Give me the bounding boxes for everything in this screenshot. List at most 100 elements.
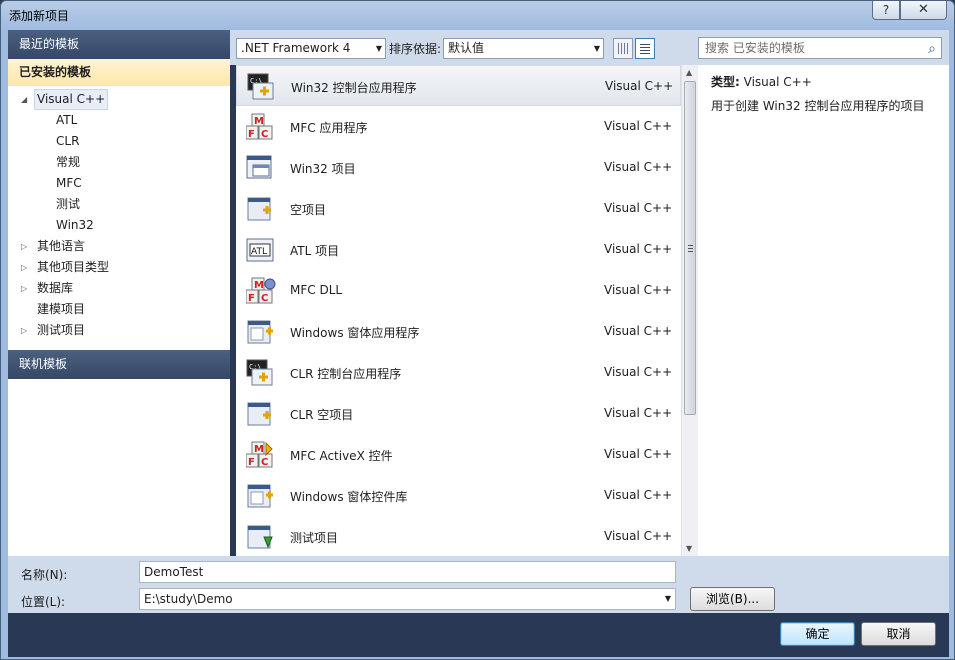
tree-item[interactable]: CLR: [8, 131, 230, 152]
template-name: MFC DLL: [290, 283, 343, 297]
template-language: Visual C++: [604, 529, 673, 543]
installed-templates-header[interactable]: 已安装的模板: [8, 59, 230, 86]
chevron-down-icon[interactable]: ▼: [665, 589, 671, 609]
template-name: MFC ActiveX 控件: [290, 449, 393, 463]
grid-view-icon: [618, 43, 628, 54]
location-value: E:\study\Demo: [144, 592, 233, 606]
tree-item[interactable]: ◢ Visual C++: [8, 89, 230, 110]
scroll-thumb[interactable]: [684, 81, 696, 415]
template-details: 类型: Visual C++ 用于创建 Win32 控制台应用程序的项目: [698, 65, 949, 556]
empty-project-icon: [246, 195, 276, 223]
svg-text:M: M: [254, 444, 264, 455]
empty-project-icon: [246, 400, 276, 428]
medium-icons-view-button[interactable]: [635, 38, 655, 59]
online-templates-header[interactable]: 联机模板: [8, 350, 230, 379]
template-item[interactable]: Windows 窗体控件库 Visual C++: [236, 475, 681, 516]
template-type: 类型: Visual C++: [711, 73, 812, 90]
svg-text:ATL: ATL: [251, 247, 267, 257]
window-project-icon: [246, 154, 276, 182]
template-item[interactable]: M F C MFC ActiveX 控件 Visual C++: [236, 434, 681, 475]
add-new-project-dialog: 添加新项目 ? ✕ 最近的模板 已安装的模板 ◢ Visual C++ ATL CLR…: [0, 0, 955, 660]
dialog-client: 最近的模板 已安装的模板 ◢ Visual C++ ATL CLR 常规 MFC 测试 Win…: [8, 30, 949, 657]
tree-item[interactable]: ▷ 测试项目: [8, 320, 230, 341]
mfc-dll-project-icon: MFC: [245, 277, 276, 305]
tree-item[interactable]: ▷ 其他语言: [8, 236, 230, 257]
template-list-scrollbar[interactable]: ▲ ▼: [681, 65, 698, 556]
forms-lib-project-icon: [246, 482, 276, 510]
tree-item[interactable]: 建模项目: [8, 299, 230, 320]
search-input[interactable]: 搜索 已安装的模板 ⌕: [698, 37, 942, 59]
list-view-icon: [640, 43, 650, 54]
collapsed-arrow-icon[interactable]: ▷: [21, 236, 31, 257]
search-icon[interactable]: ⌕: [928, 39, 936, 59]
project-form: 名称(N): DemoTest 位置(L): E:\study\Demo ▼ 浏…: [8, 556, 949, 613]
mfc-activex-project-icon: MFC: [245, 441, 276, 469]
template-language: Visual C++: [604, 242, 673, 256]
svg-text:F: F: [248, 293, 255, 304]
type-label: 类型:: [711, 75, 740, 89]
search-placeholder: 搜索 已安装的模板: [705, 41, 805, 55]
template-item[interactable]: M F C MFC DLL Visual C++: [236, 270, 681, 311]
location-label: 位置(L):: [21, 595, 66, 609]
collapsed-arrow-icon[interactable]: ▷: [21, 278, 31, 299]
expanded-arrow-icon[interactable]: ◢: [21, 89, 31, 110]
template-item[interactable]: ATL ATL 项目 Visual C++: [236, 229, 681, 270]
scroll-up-icon[interactable]: ▲: [686, 68, 692, 77]
collapsed-arrow-icon[interactable]: ▷: [21, 257, 31, 278]
template-name: CLR 控制台应用程序: [290, 367, 402, 381]
svg-text:C: C: [261, 293, 268, 304]
tree-item[interactable]: MFC: [8, 173, 230, 194]
tree-item[interactable]: ▷ 其他项目类型: [8, 257, 230, 278]
template-navigation: 最近的模板 已安装的模板 ◢ Visual C++ ATL CLR 常规 MFC 测试 Win…: [8, 30, 230, 556]
template-item[interactable]: C:\ Win32 控制台应用程序 Visual C++: [236, 65, 681, 106]
tree-item-label: 其他语言: [37, 239, 86, 253]
tree-item[interactable]: Win32: [8, 215, 230, 236]
tree-item-label: Win32: [56, 218, 94, 232]
framework-select[interactable]: .NET Framework 4 ▼: [236, 38, 386, 59]
location-field[interactable]: E:\study\Demo ▼: [139, 588, 676, 610]
template-language: Visual C++: [604, 488, 673, 502]
template-item[interactable]: 空项目 Visual C++: [236, 188, 681, 229]
scroll-down-icon[interactable]: ▼: [686, 544, 692, 553]
tree-item-label: 建模项目: [37, 302, 86, 316]
ok-button[interactable]: 确定: [780, 622, 855, 646]
template-language: Visual C++: [604, 119, 673, 133]
tree-item[interactable]: 常规: [8, 152, 230, 173]
console-project-icon: C:\: [247, 73, 277, 101]
atl-project-icon: ATL: [246, 236, 276, 264]
sort-label: 排序依据:: [389, 42, 442, 56]
template-item[interactable]: Win32 项目 Visual C++: [236, 147, 681, 188]
tree-item[interactable]: 测试: [8, 194, 230, 215]
small-icons-view-button[interactable]: [613, 38, 633, 59]
template-name: Win32 控制台应用程序: [291, 81, 417, 95]
svg-text:F: F: [248, 457, 255, 468]
recent-templates-header[interactable]: 最近的模板: [8, 30, 230, 59]
cancel-button[interactable]: 取消: [861, 622, 936, 646]
template-item[interactable]: C:\ CLR 控制台应用程序 Visual C++: [236, 352, 681, 393]
tree-item-label: MFC: [56, 176, 82, 190]
template-language: Visual C++: [604, 447, 673, 461]
sort-select[interactable]: 默认值 ▼: [443, 38, 604, 59]
name-field[interactable]: DemoTest: [139, 561, 676, 583]
tree-item-label: 测试项目: [37, 323, 86, 337]
template-item[interactable]: CLR 空项目 Visual C++: [236, 393, 681, 434]
mfc-project-icon: MFC: [245, 113, 276, 141]
template-item[interactable]: 测试项目 Visual C++: [236, 516, 681, 556]
forms-project-icon: [246, 318, 276, 346]
help-button[interactable]: ?: [872, 1, 900, 20]
close-button[interactable]: ✕: [900, 1, 947, 20]
template-item[interactable]: Windows 窗体应用程序 Visual C++: [236, 311, 681, 352]
dialog-footer: 确定 取消: [8, 613, 949, 657]
browse-button[interactable]: 浏览(B)...: [690, 587, 775, 611]
template-name: Windows 窗体应用程序: [290, 326, 420, 340]
dialog-title: 添加新项目: [9, 9, 70, 23]
tree-item[interactable]: ATL: [8, 110, 230, 131]
tree-item-label: ATL: [56, 113, 78, 127]
template-language: Visual C++: [604, 201, 673, 215]
svg-text:C: C: [261, 457, 268, 468]
collapsed-arrow-icon[interactable]: ▷: [21, 320, 31, 341]
template-item[interactable]: M F C MFC 应用程序 Visual C++: [236, 106, 681, 147]
template-tree: ◢ Visual C++ ATL CLR 常规 MFC 测试 Win32 ▷ 其他语言 ▷ 其他项目类…: [8, 86, 230, 377]
template-list: C:\ Win32 控制台应用程序 Visual C++ M F C MFC 应用程序 Vis…: [236, 65, 681, 556]
tree-item[interactable]: ▷ 数据库: [8, 278, 230, 299]
